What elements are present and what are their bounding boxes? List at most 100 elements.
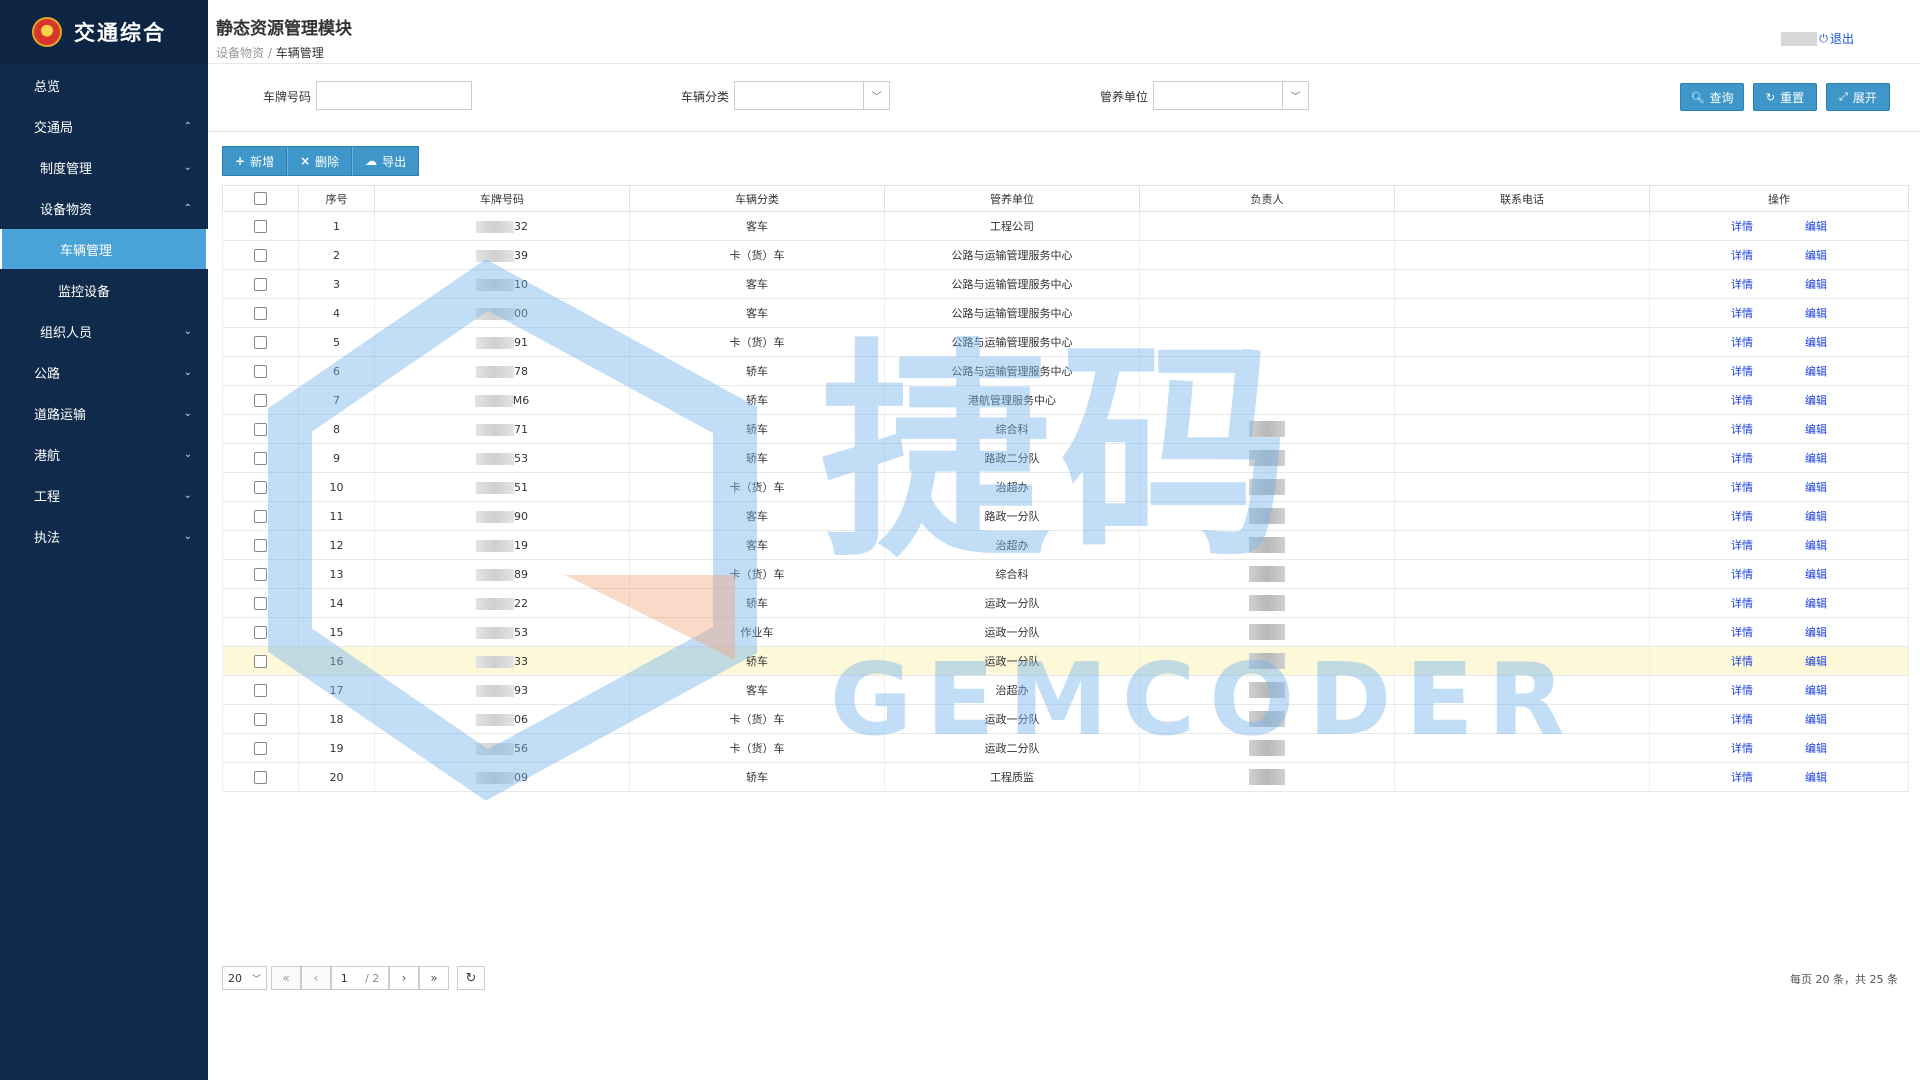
select-all-checkbox[interactable] — [254, 192, 267, 206]
reload-button[interactable]: ↻ — [457, 966, 485, 990]
unit-select[interactable]: ﹀ — [1153, 81, 1309, 110]
last-page-button[interactable]: » — [419, 966, 449, 990]
sidebar-item-monitoring-devices[interactable]: 监控设备 — [0, 270, 208, 310]
detail-link[interactable]: 详情 — [1731, 479, 1753, 495]
table-row[interactable]: 19 56 卡（货）车 运政二分队 详情 编辑 — [222, 733, 1909, 763]
detail-link[interactable]: 详情 — [1731, 334, 1753, 350]
row-checkbox[interactable] — [254, 509, 267, 523]
page-number-input[interactable]: 1/ 2 — [331, 966, 389, 990]
row-checkbox[interactable] — [254, 567, 267, 581]
edit-link[interactable]: 编辑 — [1805, 334, 1827, 350]
table-row[interactable]: 11 90 客车 路政一分队 详情 编辑 — [222, 501, 1909, 531]
table-row[interactable]: 17 93 客车 治超办 详情 编辑 — [222, 675, 1909, 705]
sidebar-item-regulation[interactable]: 制度管理 ⌄ — [0, 147, 208, 187]
table-row[interactable]: 3 10 客车 公路与运输管理服务中心 详情 编辑 — [222, 269, 1909, 299]
edit-link[interactable]: 编辑 — [1805, 479, 1827, 495]
sidebar-item-vehicle-management[interactable]: 车辆管理 — [0, 229, 208, 269]
edit-link[interactable]: 编辑 — [1805, 276, 1827, 292]
detail-link[interactable]: 详情 — [1731, 218, 1753, 234]
detail-link[interactable]: 详情 — [1731, 682, 1753, 698]
detail-link[interactable]: 详情 — [1731, 595, 1753, 611]
edit-link[interactable]: 编辑 — [1805, 218, 1827, 234]
column-header[interactable]: 负责人 — [1139, 185, 1395, 212]
category-select[interactable]: ﹀ — [734, 81, 890, 110]
row-checkbox[interactable] — [254, 451, 267, 465]
detail-link[interactable]: 详情 — [1731, 624, 1753, 640]
edit-link[interactable]: 编辑 — [1805, 421, 1827, 437]
table-row[interactable]: 20 09 轿车 工程质监 详情 编辑 — [222, 762, 1909, 792]
row-checkbox[interactable] — [254, 422, 267, 436]
logout-button[interactable]: ⏻ 退出 — [1819, 30, 1854, 47]
column-header[interactable]: 车辆分类 — [629, 185, 885, 212]
delete-button[interactable]: × 删除 — [287, 146, 353, 176]
row-checkbox[interactable] — [254, 683, 267, 697]
table-row[interactable]: 6 78 轿车 公路与运输管理服务中心 详情 编辑 — [222, 356, 1909, 386]
add-button[interactable]: + 新增 — [222, 146, 288, 176]
row-checkbox[interactable] — [254, 393, 267, 407]
sidebar-item-road-transport[interactable]: 道路运输 ⌄ — [0, 393, 208, 433]
edit-link[interactable]: 编辑 — [1805, 566, 1827, 582]
detail-link[interactable]: 详情 — [1731, 276, 1753, 292]
edit-link[interactable]: 编辑 — [1805, 537, 1827, 553]
page-size-select[interactable]: 20 ﹀ — [222, 966, 267, 990]
column-header[interactable]: 联系电话 — [1394, 185, 1650, 212]
query-button[interactable]: 🔍︎ 查询 — [1680, 83, 1744, 111]
prev-page-button[interactable]: ‹ — [301, 966, 331, 990]
sidebar-item-overview[interactable]: 总览 — [0, 65, 208, 105]
detail-link[interactable]: 详情 — [1731, 711, 1753, 727]
row-checkbox[interactable] — [254, 335, 267, 349]
sidebar-item-highway[interactable]: 公路 ⌄ — [0, 352, 208, 392]
edit-link[interactable]: 编辑 — [1805, 711, 1827, 727]
column-header[interactable]: 序号 — [298, 185, 375, 212]
plate-input[interactable] — [316, 81, 472, 110]
detail-link[interactable]: 详情 — [1731, 450, 1753, 466]
detail-link[interactable]: 详情 — [1731, 537, 1753, 553]
sidebar-item-law-enforcement[interactable]: 执法 ⌄ — [0, 516, 208, 556]
detail-link[interactable]: 详情 — [1731, 653, 1753, 669]
first-page-button[interactable]: « — [271, 966, 301, 990]
sidebar-item-transport-bureau[interactable]: 交通局 ⌃ — [0, 106, 208, 146]
row-checkbox[interactable] — [254, 596, 267, 610]
detail-link[interactable]: 详情 — [1731, 508, 1753, 524]
row-checkbox[interactable] — [254, 480, 267, 494]
row-checkbox[interactable] — [254, 219, 267, 233]
column-header[interactable]: 车牌号码 — [374, 185, 630, 212]
sidebar-item-engineering[interactable]: 工程 ⌄ — [0, 475, 208, 515]
breadcrumb-parent[interactable]: 设备物资 — [216, 46, 264, 60]
table-row[interactable]: 7 M6 轿车 港航管理服务中心 详情 编辑 — [222, 385, 1909, 415]
detail-link[interactable]: 详情 — [1731, 769, 1753, 785]
table-row[interactable]: 10 51 卡（货）车 治超办 详情 编辑 — [222, 472, 1909, 502]
edit-link[interactable]: 编辑 — [1805, 363, 1827, 379]
row-checkbox[interactable] — [254, 248, 267, 262]
edit-link[interactable]: 编辑 — [1805, 682, 1827, 698]
detail-link[interactable]: 详情 — [1731, 363, 1753, 379]
edit-link[interactable]: 编辑 — [1805, 769, 1827, 785]
row-checkbox[interactable] — [254, 712, 267, 726]
edit-link[interactable]: 编辑 — [1805, 624, 1827, 640]
export-button[interactable]: ☁ 导出 — [352, 146, 420, 176]
detail-link[interactable]: 详情 — [1731, 247, 1753, 263]
edit-link[interactable]: 编辑 — [1805, 392, 1827, 408]
row-checkbox[interactable] — [254, 625, 267, 639]
detail-link[interactable]: 详情 — [1731, 421, 1753, 437]
sidebar-item-equipment[interactable]: 设备物资 ⌃ — [0, 188, 208, 228]
detail-link[interactable]: 详情 — [1731, 740, 1753, 756]
row-checkbox[interactable] — [254, 364, 267, 378]
table-row[interactable]: 1 32 客车 工程公司 详情 编辑 — [222, 211, 1909, 241]
table-row[interactable]: 14 22 轿车 运政一分队 详情 编辑 — [222, 588, 1909, 618]
table-row[interactable]: 12 19 客车 治超办 详情 编辑 — [222, 530, 1909, 560]
row-checkbox[interactable] — [254, 277, 267, 291]
column-header[interactable]: 管养单位 — [884, 185, 1140, 212]
table-row[interactable]: 5 91 卡（货）车 公路与运输管理服务中心 详情 编辑 — [222, 327, 1909, 357]
table-row[interactable]: 8 71 轿车 综合科 详情 编辑 — [222, 414, 1909, 444]
table-row[interactable]: 2 39 卡（货）车 公路与运输管理服务中心 详情 编辑 — [222, 240, 1909, 270]
row-checkbox[interactable] — [254, 741, 267, 755]
edit-link[interactable]: 编辑 — [1805, 305, 1827, 321]
table-row[interactable]: 13 89 卡（货）车 综合科 详情 编辑 — [222, 559, 1909, 589]
table-row[interactable]: 15 53 作业车 运政一分队 详情 编辑 — [222, 617, 1909, 647]
table-row[interactable]: 18 06 卡（货）车 运政一分队 详情 编辑 — [222, 704, 1909, 734]
table-row[interactable]: 16 33 轿车 运政一分队 详情 编辑 — [222, 646, 1909, 676]
table-row[interactable]: 4 00 客车 公路与运输管理服务中心 详情 编辑 — [222, 298, 1909, 328]
reset-button[interactable]: ↻ 重置 — [1753, 83, 1817, 111]
expand-button[interactable]: ⤢ 展开 — [1826, 83, 1890, 111]
